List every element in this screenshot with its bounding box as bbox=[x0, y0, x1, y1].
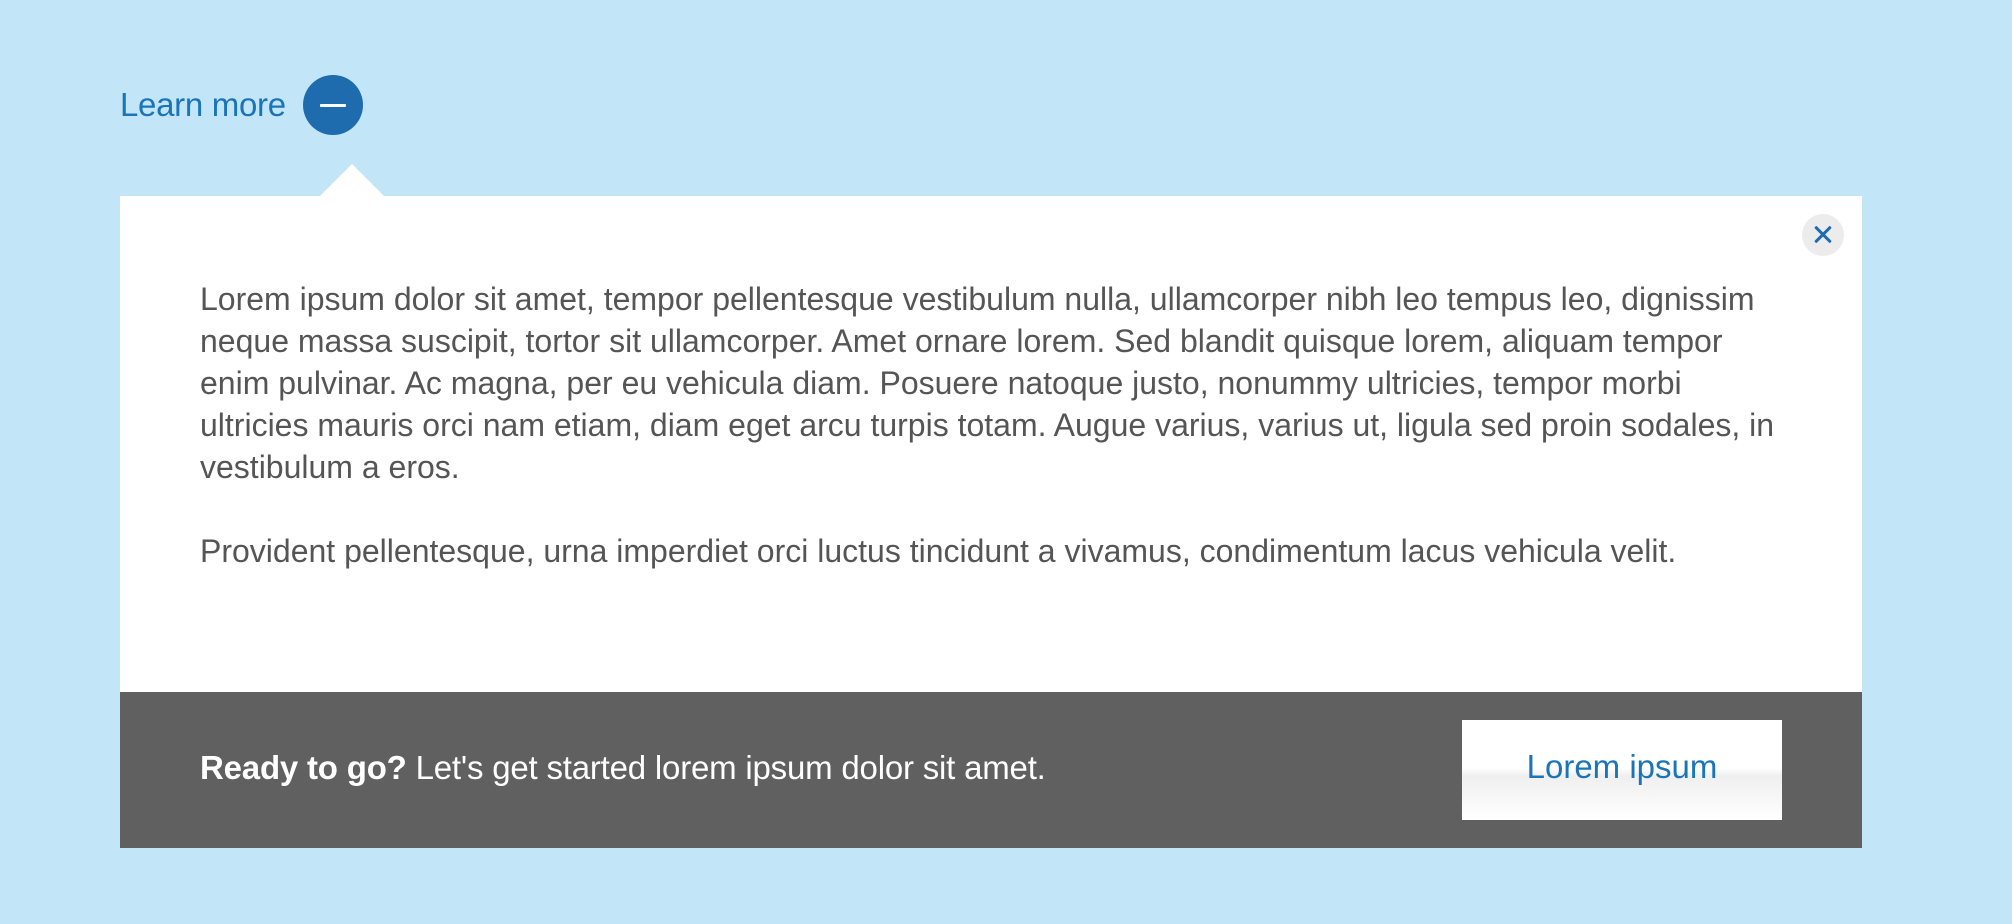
learn-more-toggle[interactable]: Learn more bbox=[120, 74, 363, 136]
close-icon[interactable] bbox=[1802, 214, 1844, 256]
cta-lead: Ready to go? bbox=[200, 749, 407, 786]
cta-message: Ready to go? Let's get started lorem ips… bbox=[200, 749, 1046, 787]
minus-icon[interactable] bbox=[302, 75, 363, 135]
panel-paragraph-1: Lorem ipsum dolor sit amet, tempor pelle… bbox=[200, 281, 1775, 485]
panel-body: Lorem ipsum dolor sit amet, tempor pelle… bbox=[200, 278, 1790, 614]
cta-text: Let's get started lorem ipsum dolor sit … bbox=[406, 749, 1046, 786]
cta-bar: Ready to go? Let's get started lorem ips… bbox=[120, 692, 1862, 848]
panel-pointer bbox=[319, 164, 385, 197]
cta-button[interactable]: Lorem ipsum bbox=[1462, 720, 1782, 820]
learn-more-panel: Lorem ipsum dolor sit amet, tempor pelle… bbox=[120, 196, 1862, 848]
learn-more-label[interactable]: Learn more bbox=[120, 86, 286, 124]
panel-paragraph-2: Provident pellentesque, urna imperdiet o… bbox=[200, 533, 1677, 569]
